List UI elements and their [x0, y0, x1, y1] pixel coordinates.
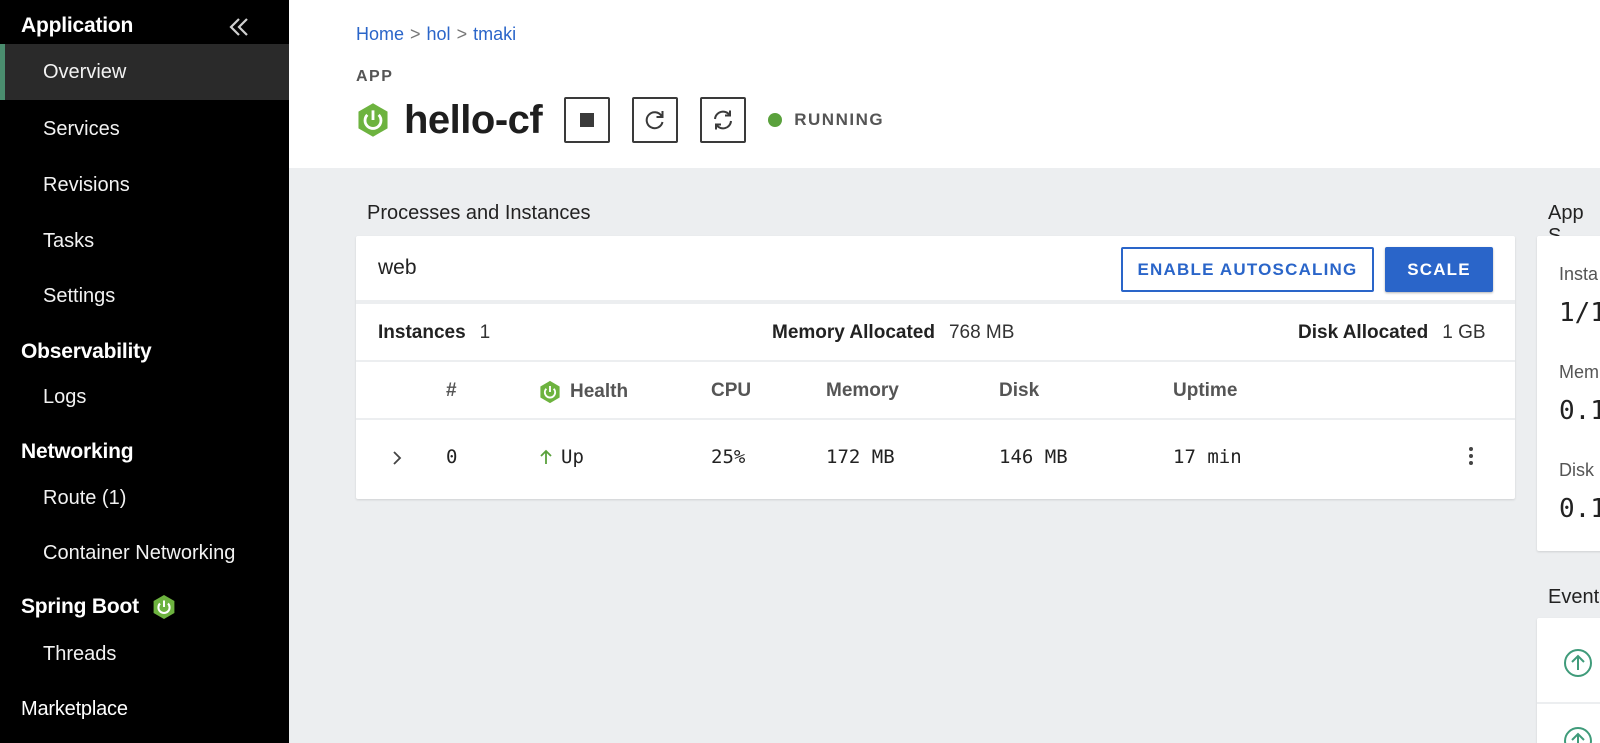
sidebar-item-settings[interactable]: Settings — [0, 268, 289, 324]
restage-icon — [714, 110, 733, 130]
process-stats: Instances 1 Memory Allocated 768 MB Disk A… — [356, 304, 1515, 362]
breadcrumb-separator: > — [410, 24, 421, 44]
sidebar: Application Overview Services Revisions … — [0, 0, 289, 743]
memory-allocated-value: 768 MB — [948, 322, 1015, 343]
summary-memory-value: 0.1 — [1559, 396, 1600, 426]
events-divider — [1537, 702, 1600, 704]
memory-stat: Memory Allocated 768 MB — [772, 322, 1014, 344]
process-header: web ENABLE AUTOSCALING SCALE — [356, 236, 1515, 304]
arrow-up-circle-icon — [1564, 727, 1592, 743]
restart-button[interactable] — [632, 97, 679, 143]
stop-button[interactable] — [564, 97, 611, 143]
instances-label: Instances — [378, 322, 466, 343]
sidebar-item-logs[interactable]: Logs — [0, 369, 289, 425]
status-dot-icon — [768, 113, 783, 127]
arrow-up-icon — [540, 449, 552, 464]
sidebar-item-services[interactable]: Services — [0, 101, 289, 157]
sidebar-section-application: Application — [21, 14, 134, 37]
summary-instances-value: 1/1 — [1559, 298, 1600, 328]
sidebar-item-threads[interactable]: Threads — [0, 626, 289, 682]
instance-uptime: 17 min — [1173, 446, 1242, 468]
sidebar-item-tasks[interactable]: Tasks — [0, 213, 289, 269]
sidebar-item-route[interactable]: Route (1) — [0, 470, 289, 526]
restart-icon — [645, 111, 664, 130]
instance-cpu: 25% — [711, 446, 746, 468]
events-title: Event — [1548, 586, 1600, 608]
instances-table-header: # Health CPU Memory Disk Uptime — [356, 362, 1515, 420]
sidebar-item-overview[interactable]: Overview — [0, 44, 289, 100]
column-uptime: Uptime — [1173, 380, 1238, 401]
disk-stat: Disk Allocated 1 GB — [1298, 322, 1486, 344]
spring-boot-icon — [540, 380, 560, 404]
summary-memory-label: Mem — [1559, 362, 1599, 382]
memory-allocated-label: Memory Allocated — [772, 322, 935, 343]
app-header: Home > hol > tmaki APP hello-cf RUNNING — [289, 0, 1600, 168]
arrow-up-circle-icon — [1564, 649, 1592, 677]
disk-allocated-label: Disk Allocated — [1298, 322, 1429, 343]
spring-boot-label: Spring Boot — [21, 595, 139, 618]
summary-instances-label: Insta — [1559, 264, 1599, 284]
scale-button[interactable]: SCALE — [1385, 247, 1493, 292]
instance-health: Up — [539, 446, 584, 468]
title-row: hello-cf RUNNING — [356, 96, 884, 144]
breadcrumb-space[interactable]: tmaki — [473, 24, 516, 44]
instances-stat: Instances 1 — [378, 322, 490, 344]
processes-section-title: Processes and Instances — [367, 202, 591, 224]
instance-health-value: Up — [561, 446, 584, 468]
status-badge: RUNNING — [768, 110, 884, 130]
instance-index: 0 — [446, 446, 458, 468]
breadcrumb: Home > hol > tmaki — [356, 24, 516, 45]
instance-memory: 172 MB — [826, 446, 895, 468]
enable-autoscaling-button[interactable]: ENABLE AUTOSCALING — [1121, 247, 1374, 292]
column-health: Health — [538, 380, 628, 404]
breadcrumb-home[interactable]: Home — [356, 24, 404, 44]
column-cpu: CPU — [711, 380, 752, 401]
instances-value: 1 — [479, 322, 491, 343]
sidebar-section-spring-boot: Spring Boot — [21, 594, 177, 620]
disk-allocated-value: 1 GB — [1442, 322, 1486, 343]
collapse-sidebar-icon[interactable] — [226, 14, 252, 40]
spring-boot-icon — [153, 595, 175, 619]
sidebar-item-revisions[interactable]: Revisions — [0, 157, 289, 213]
restage-button[interactable] — [700, 97, 747, 143]
spring-boot-icon — [358, 103, 388, 137]
sidebar-section-observability: Observability — [21, 340, 152, 363]
process-name: web — [378, 256, 417, 279]
sidebar-section-networking: Networking — [21, 440, 134, 463]
chevron-right-icon[interactable] — [390, 449, 404, 467]
more-options-icon[interactable] — [1468, 446, 1474, 466]
sidebar-item-marketplace[interactable]: Marketplace — [21, 698, 128, 721]
processes-panel: web ENABLE AUTOSCALING SCALE Instances 1 … — [356, 236, 1515, 499]
instance-disk: 146 MB — [999, 446, 1068, 468]
status-text: RUNNING — [794, 110, 885, 129]
app-summary-card: Insta 1/1 Mem 0.1 Disk 0.1 — [1537, 236, 1600, 551]
column-index: # — [446, 380, 457, 401]
breadcrumb-org[interactable]: hol — [427, 24, 451, 44]
app-kicker: APP — [356, 68, 394, 85]
events-card — [1537, 618, 1600, 743]
table-row[interactable]: 0 Up 25% 172 MB 146 MB 17 min — [356, 420, 1515, 494]
column-memory: Memory — [826, 380, 899, 401]
breadcrumb-separator: > — [456, 24, 468, 44]
page-title: hello-cf — [404, 97, 543, 142]
sidebar-item-container-networking[interactable]: Container Networking — [0, 525, 289, 581]
stop-icon — [580, 113, 595, 127]
column-health-label: Health — [570, 381, 629, 402]
column-disk: Disk — [999, 380, 1040, 401]
summary-disk-label: Disk — [1559, 460, 1594, 480]
summary-disk-value: 0.1 — [1559, 494, 1600, 524]
